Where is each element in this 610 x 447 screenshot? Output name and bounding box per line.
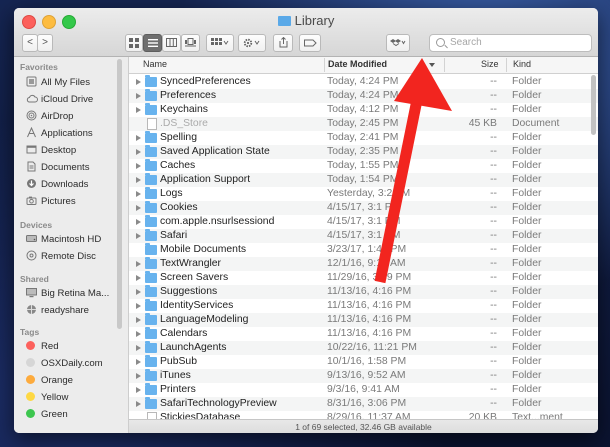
arrow-head (394, 58, 452, 111)
annotation-arrow (374, 58, 452, 284)
arrow-shaft (374, 98, 423, 284)
